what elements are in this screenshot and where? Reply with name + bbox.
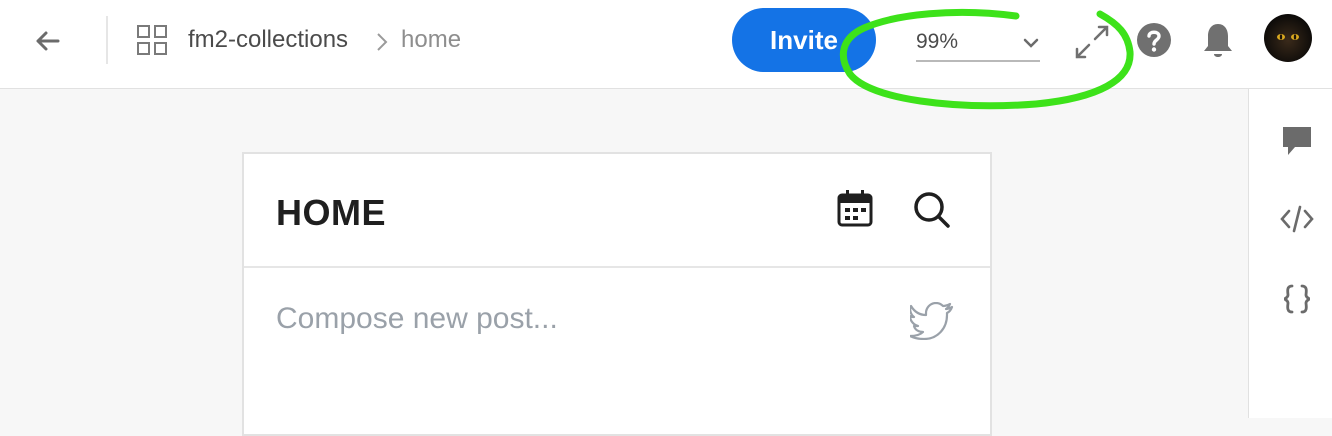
card-header: HOME [244,154,990,268]
breadcrumb-project[interactable]: fm2-collections [188,26,348,54]
braces-icon[interactable] [1279,281,1315,317]
page-title: HOME [276,192,386,233]
avatar-image [1277,34,1299,40]
invite-button[interactable]: Invite [732,8,876,72]
zoom-value: 99% [916,30,959,53]
chevron-right-icon [377,33,388,51]
right-rail [1248,89,1332,418]
home-card: HOME Compose new post... [242,152,992,436]
twitter-icon[interactable] [910,302,954,340]
toolbar-divider [106,16,108,64]
chevron-down-icon [1023,38,1039,48]
bell-icon[interactable] [1200,20,1236,60]
grid-icon[interactable] [136,24,168,56]
calendar-icon[interactable] [836,188,874,228]
top-bar: fm2-collections home Invite 99% [0,0,1332,110]
expand-icon[interactable] [1072,22,1112,62]
search-icon[interactable] [912,190,952,230]
compose-input[interactable]: Compose new post... [276,302,558,336]
zoom-dropdown[interactable]: 99% [916,26,1040,62]
back-arrow-icon[interactable] [30,24,64,58]
user-avatar[interactable] [1264,14,1312,62]
help-circle-icon[interactable] [1136,22,1172,58]
code-icon[interactable] [1279,201,1315,237]
comment-icon[interactable] [1279,123,1315,159]
breadcrumb-page: home [401,26,462,53]
